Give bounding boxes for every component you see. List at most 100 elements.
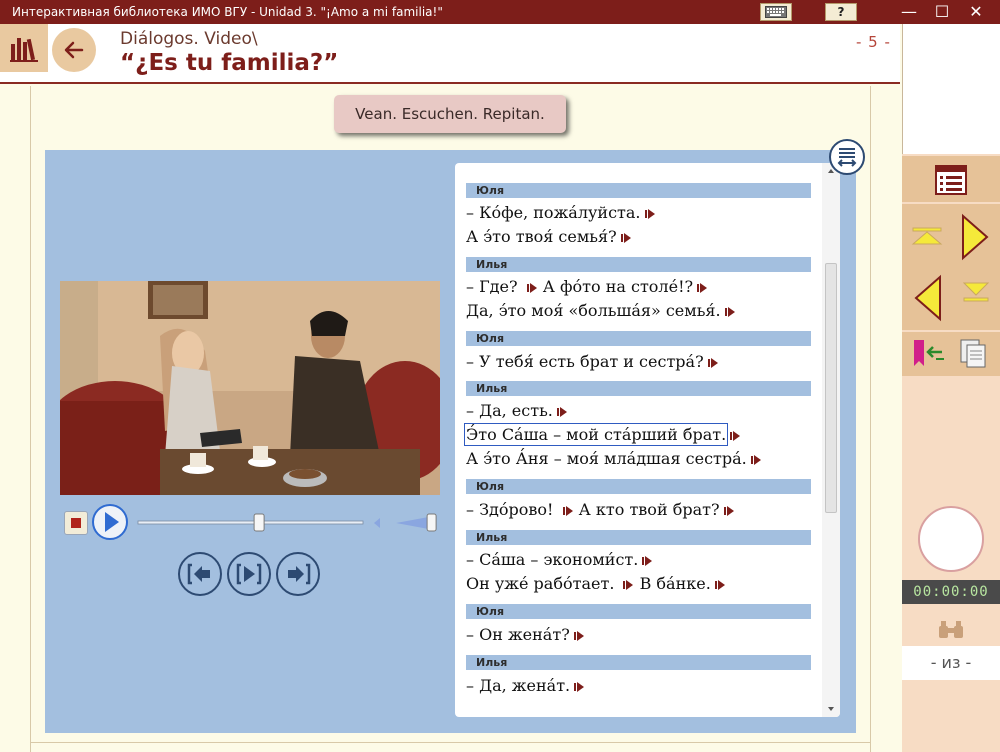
previous-segment-button[interactable] — [178, 552, 222, 596]
next-page-icon[interactable] — [951, 204, 1000, 267]
line-text: – Да, жена́т. — [466, 676, 571, 695]
line-text: В ба́нке. — [639, 574, 711, 593]
audio-icon[interactable] — [556, 406, 568, 418]
keyboard-button[interactable] — [760, 3, 792, 21]
speaker-label: Юля — [466, 479, 811, 494]
audio-icon[interactable] — [714, 579, 726, 591]
last-page-icon[interactable] — [951, 267, 1000, 330]
dialogue-line[interactable]: Да, э́то моя́ «больша́я» семья́. — [466, 300, 736, 322]
speaker-label: Илья — [466, 257, 811, 272]
dialogue-line[interactable]: – Са́ша – экономи́ст. — [466, 549, 653, 571]
replay-segment-icon — [236, 563, 262, 585]
transcript-panel: Юля – Ко́фе, пожа́луйста. А э́то твоя́ с… — [455, 163, 840, 717]
first-page-icon[interactable] — [902, 204, 951, 267]
scroll-down-icon[interactable] — [822, 703, 840, 715]
bookmark-add-icon[interactable] — [902, 332, 951, 376]
line-text: А кто твой брат? — [578, 500, 720, 519]
dialogue-line[interactable]: А э́то А́ня – моя́ мла́дшая сестра́. — [466, 448, 762, 470]
keyboard-icon — [765, 6, 787, 18]
speaker-label: Юля — [466, 183, 811, 198]
dialogue-line[interactable]: – У тебя́ есть брат и сестра́? — [466, 351, 719, 373]
audio-icon[interactable] — [723, 505, 735, 517]
dialogue-line[interactable]: – Да, есть. — [466, 400, 568, 422]
books-icon — [10, 38, 38, 62]
previous-page-icon[interactable] — [902, 267, 951, 330]
audio-icon[interactable] — [750, 454, 762, 466]
transcript-scrollbar[interactable] — [822, 163, 840, 717]
record-circle-icon[interactable] — [916, 504, 986, 574]
player-controls — [60, 503, 445, 541]
audio-icon[interactable] — [642, 555, 653, 567]
bottom-divider — [30, 742, 871, 743]
toggle-transcript-button[interactable] — [829, 139, 865, 175]
speaker-label: Илья — [466, 530, 811, 545]
title-bar: Интерактивная библиотека ИМО ВГУ - Unida… — [0, 0, 1000, 24]
line-text: Э́то Са́ша – мой ста́рший брат. — [463, 423, 729, 446]
line-text: – У тебя́ есть брат и сестра́? — [466, 352, 704, 371]
audio-icon[interactable] — [623, 579, 634, 591]
dialogue-line-selected[interactable]: Э́то Са́ша – мой ста́рший брат. — [463, 423, 741, 446]
audio-icon[interactable] — [724, 306, 736, 318]
audio-icon[interactable] — [730, 430, 741, 442]
arrow-left-icon — [64, 41, 84, 59]
audio-icon[interactable] — [562, 505, 574, 517]
line-text: Да, э́то моя́ «больша́я» семья́. — [466, 301, 721, 320]
line-text: – Здо́рово! — [466, 500, 559, 519]
line-text: – Где? — [466, 277, 523, 296]
speaker-label: Юля — [466, 604, 811, 619]
play-button[interactable] — [91, 503, 129, 541]
contents-button[interactable] — [902, 156, 1000, 202]
dialogue-line[interactable]: – Здо́рово! А кто твой брат? — [466, 499, 735, 521]
stop-icon — [71, 518, 81, 528]
line-text: – Да, есть. — [466, 401, 553, 420]
close-button[interactable]: ✕ — [960, 1, 992, 23]
back-button[interactable] — [52, 28, 96, 72]
dialogue-line[interactable]: Он уже́ рабо́тает. В ба́нке. — [466, 573, 726, 595]
audio-icon[interactable] — [573, 630, 585, 642]
next-segment-button[interactable] — [276, 552, 320, 596]
speaker-label: Илья — [466, 381, 811, 396]
scrollbar-thumb[interactable] — [825, 263, 837, 513]
line-text: А фо́то на столе́!? — [542, 277, 694, 296]
maximize-button[interactable]: ☐ — [926, 1, 958, 23]
minimize-button[interactable]: — — [893, 1, 925, 23]
library-button[interactable] — [0, 24, 48, 72]
right-panel-top — [902, 24, 1000, 154]
instruction-label: Vean. Escuchen. Repitan. — [334, 95, 566, 133]
dialogue-line[interactable]: А э́то твоя́ семья́? — [466, 226, 632, 248]
window-title: Интерактивная библиотека ИМО ВГУ - Unida… — [12, 5, 443, 19]
audio-icon[interactable] — [526, 282, 538, 294]
timer-display: 00:00:00 — [902, 580, 1000, 604]
speaker-icon — [374, 518, 380, 528]
next-segment-icon — [288, 563, 311, 585]
dialogue-line[interactable]: – Где? А фо́то на столе́!? — [466, 276, 708, 298]
page-header: Diálogos. Video\ “¿Es tu familia?” - 5 - — [0, 24, 900, 84]
help-button[interactable]: ? — [825, 3, 857, 21]
dialogue-line[interactable]: – Он жена́т? — [466, 624, 585, 646]
dialogue-line[interactable]: – Ко́фе, пожа́луйста. — [466, 202, 656, 224]
progress-thumb[interactable] — [253, 513, 265, 532]
segment-nav — [178, 552, 323, 600]
replay-segment-button[interactable] — [227, 552, 271, 596]
volume-slider[interactable] — [370, 508, 442, 538]
copy-icon[interactable] — [951, 332, 1000, 376]
line-text: А э́то А́ня – моя́ мла́дшая сестра́. — [466, 449, 747, 468]
volume-thumb[interactable] — [426, 513, 437, 532]
previous-segment-icon — [187, 563, 210, 585]
tools-box — [902, 332, 1000, 376]
video-frame[interactable] — [60, 281, 440, 495]
list-icon — [935, 165, 967, 195]
audio-icon[interactable] — [697, 282, 708, 294]
dialogue-line[interactable]: – Да, жена́т. — [466, 675, 585, 697]
audio-icon[interactable] — [644, 208, 656, 220]
line-text: Он уже́ рабо́тает. — [466, 574, 620, 593]
progress-slider[interactable] — [136, 508, 368, 538]
audio-icon[interactable] — [707, 357, 719, 369]
audio-icon[interactable] — [620, 232, 632, 244]
page-of-counter: - из - — [902, 646, 1000, 680]
binoculars-icon[interactable] — [936, 618, 966, 640]
page-number: - 5 - — [856, 33, 891, 51]
stop-button[interactable] — [64, 511, 88, 535]
audio-icon[interactable] — [574, 681, 585, 693]
line-text: А э́то твоя́ семья́? — [466, 227, 617, 246]
